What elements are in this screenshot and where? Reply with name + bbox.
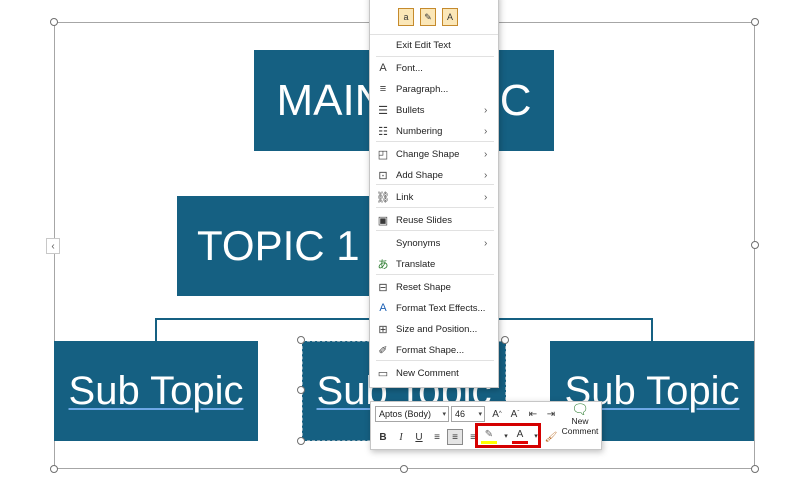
resize-handle[interactable] xyxy=(751,241,759,249)
resize-handle[interactable] xyxy=(751,465,759,473)
menu-separator xyxy=(376,360,494,361)
font-icon: A xyxy=(379,62,387,74)
mini-toolbar: Aptos (Body) ▾ 46 ▾ A ^ Aˇ ⇤ ⇥ B I U ≡ ≡ ≡ … xyxy=(370,401,602,450)
resize-handle[interactable] xyxy=(297,336,305,344)
translate-icon: あ xyxy=(377,259,389,271)
menu-separator xyxy=(376,184,494,185)
highlight-color-icon[interactable]: ✎ xyxy=(481,428,497,444)
menu-item-new-comment[interactable]: ▭ New Comment xyxy=(370,363,498,383)
topic-1-shape[interactable]: TOPIC 1 xyxy=(177,196,399,296)
collapse-arrow-icon[interactable]: ‹ xyxy=(46,238,60,254)
bullets-icon: ☰ xyxy=(378,104,388,117)
paste-keep-format-icon[interactable]: ✎ xyxy=(420,8,436,26)
font-color-icon[interactable]: A xyxy=(512,428,528,444)
menu-item-reuse-slides[interactable]: ▣ Reuse Slides xyxy=(370,210,498,230)
comment-icon: ▭ xyxy=(377,367,389,380)
menu-separator xyxy=(376,141,494,142)
italic-button[interactable]: I xyxy=(393,429,409,445)
reuse-slides-icon: ▣ xyxy=(377,214,389,227)
submenu-arrow-icon: › xyxy=(484,148,488,160)
menu-item-format-text-effects[interactable]: A Format Text Effects... xyxy=(370,298,498,318)
font-size-value: 46 xyxy=(455,409,466,419)
menu-item-reset-shape[interactable]: ⊟ Reset Shape xyxy=(370,277,498,297)
align-center-icon[interactable]: ≡ xyxy=(447,429,463,445)
new-comment-label: New Comment xyxy=(561,416,599,436)
connector-line xyxy=(155,318,157,341)
menu-item-bullets[interactable]: ☰ Bullets › xyxy=(370,100,498,120)
font-name-value: Aptos (Body) xyxy=(379,409,432,419)
resize-handle[interactable] xyxy=(400,465,408,473)
numbering-icon: ☷ xyxy=(378,125,388,138)
context-menu: a ✎ A Exit Edit Text A Font... ≡ Paragraph… xyxy=(369,0,499,388)
resize-handle[interactable] xyxy=(297,437,305,445)
sub-topic-text: Sub Topic xyxy=(68,368,244,413)
connector-line xyxy=(651,318,653,341)
menu-item-paragraph[interactable]: ≡ Paragraph... xyxy=(370,79,498,99)
menu-item-font[interactable]: A Font... xyxy=(370,58,498,78)
bold-button[interactable]: B xyxy=(375,429,391,445)
new-comment-button[interactable]: 🗨 New Comment xyxy=(559,401,601,448)
submenu-arrow-icon: › xyxy=(484,169,488,181)
paste-options: a ✎ A xyxy=(370,0,498,35)
size-position-icon: ⊞ xyxy=(378,323,388,336)
format-shape-icon: ✐ xyxy=(378,344,388,357)
chevron-down-icon: ▾ xyxy=(478,411,482,418)
menu-separator xyxy=(376,207,494,208)
increase-font-size-button[interactable]: A ^ xyxy=(489,406,505,422)
resize-handle[interactable] xyxy=(50,18,58,26)
menu-separator xyxy=(376,274,494,275)
add-shape-icon: ⊡ xyxy=(378,169,388,182)
topic-1-text: TOPIC 1 xyxy=(197,222,360,269)
sub-topic-shape[interactable]: Sub Topic xyxy=(54,341,258,441)
format-painter-icon[interactable]: 🖌 xyxy=(543,429,559,445)
submenu-arrow-icon: › xyxy=(484,191,488,203)
align-left-icon[interactable]: ≡ xyxy=(429,429,445,445)
font-name-select[interactable]: Aptos (Body) ▾ xyxy=(375,406,449,422)
menu-item-link[interactable]: ⛓ Link › xyxy=(370,187,498,207)
increase-indent-icon[interactable]: ⇥ xyxy=(543,406,559,422)
reset-shape-icon: ⊟ xyxy=(378,281,388,294)
paste-icon[interactable]: a xyxy=(398,8,414,26)
menu-item-add-shape[interactable]: ⊡ Add Shape › xyxy=(370,165,498,185)
menu-item-size-and-position[interactable]: ⊞ Size and Position... xyxy=(370,319,498,339)
resize-handle[interactable] xyxy=(297,386,305,394)
change-shape-icon: ◰ xyxy=(377,148,389,161)
submenu-arrow-icon: › xyxy=(484,125,488,137)
chevron-down-icon: ▾ xyxy=(442,411,446,418)
menu-separator xyxy=(376,230,494,231)
menu-item-exit-edit-text[interactable]: Exit Edit Text xyxy=(370,35,498,55)
menu-item-synonyms[interactable]: Synonyms › xyxy=(370,233,498,253)
menu-item-numbering[interactable]: ☷ Numbering › xyxy=(370,121,498,141)
menu-item-translate[interactable]: あ Translate xyxy=(370,254,498,274)
submenu-arrow-icon: › xyxy=(484,237,488,249)
chevron-down-icon[interactable]: ▾ xyxy=(528,428,544,444)
new-comment-icon: 🗨 xyxy=(571,401,589,417)
menu-separator xyxy=(376,56,494,57)
resize-handle[interactable] xyxy=(50,465,58,473)
menu-item-format-shape[interactable]: ✐ Format Shape... xyxy=(370,340,498,360)
link-icon: ⛓ xyxy=(376,191,390,204)
font-size-select[interactable]: 46 ▾ xyxy=(451,406,485,422)
paragraph-icon: ≡ xyxy=(379,83,387,95)
menu-item-change-shape[interactable]: ◰ Change Shape › xyxy=(370,144,498,164)
decrease-indent-icon[interactable]: ⇤ xyxy=(525,406,541,422)
underline-button[interactable]: U xyxy=(411,429,427,445)
paste-text-only-icon[interactable]: A xyxy=(442,8,458,26)
text-effects-icon: A xyxy=(379,302,387,314)
resize-handle[interactable] xyxy=(751,18,759,26)
resize-handle[interactable] xyxy=(501,336,509,344)
decrease-font-size-button[interactable]: Aˇ xyxy=(507,406,523,422)
submenu-arrow-icon: › xyxy=(484,104,488,116)
